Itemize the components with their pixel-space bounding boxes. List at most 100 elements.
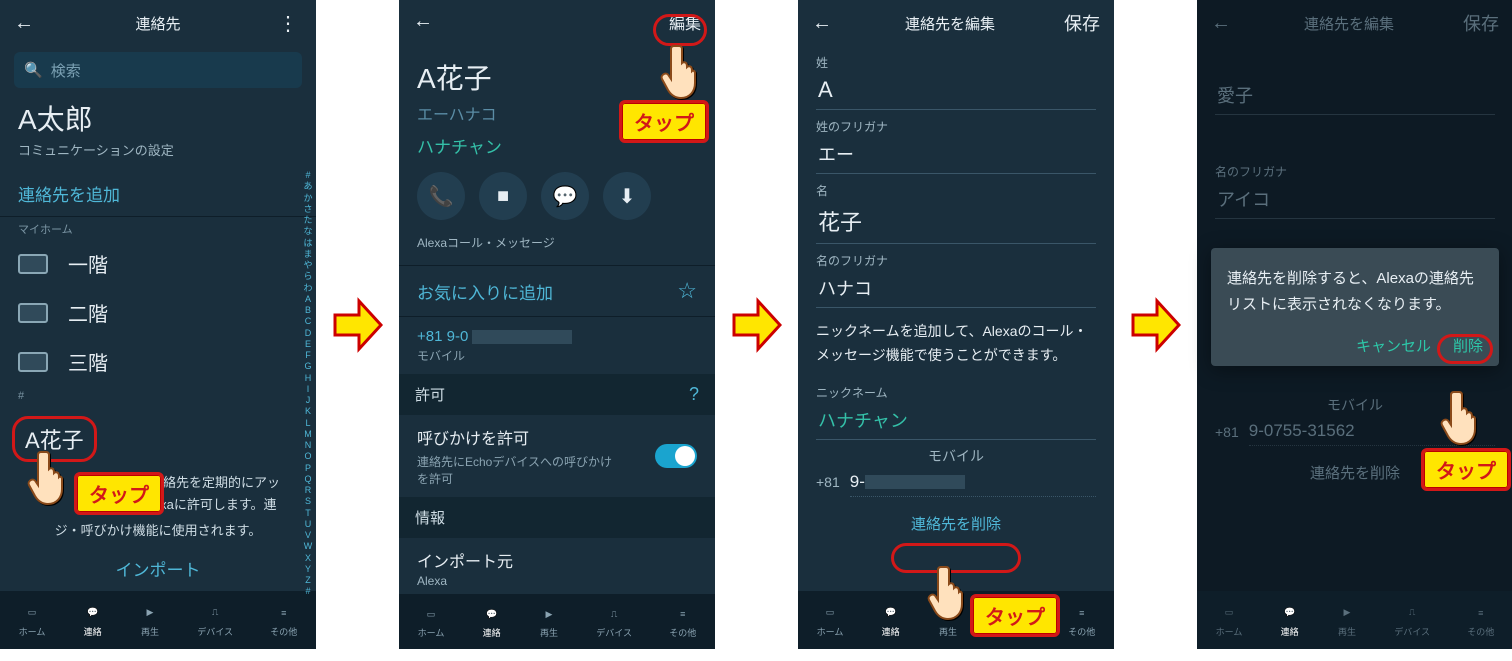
more-icon[interactable]: ⋮: [278, 11, 302, 36]
phone-number[interactable]: +81 9-0: [399, 328, 715, 345]
nav-devices[interactable]: ⎍デバイス: [596, 604, 632, 639]
import-from-label: インポート元: [399, 538, 715, 574]
screen-edit-contact: ← 連絡先を編集 保存 姓 A 姓のフリガナ エー 名 花子 名のフリガナ ハナ…: [798, 0, 1114, 649]
step-arrow-icon: [1131, 295, 1181, 355]
section-hash: #: [0, 386, 316, 404]
nav-contacts[interactable]: 💬連絡: [881, 603, 901, 638]
contact-a-hanako[interactable]: A花子: [12, 416, 97, 462]
star-icon: ☆: [677, 278, 697, 304]
header-title: 連絡先: [38, 13, 278, 34]
screen-contacts-list: ← 連絡先 ⋮ 🔍 検索 A太郎 コミュニケーションの設定 連絡先を追加 マイホ…: [0, 0, 316, 649]
video-button[interactable]: ■: [479, 172, 527, 220]
lastname-kana-input[interactable]: エー: [816, 137, 1096, 174]
device-icon: [18, 254, 48, 274]
nav-other[interactable]: ≡その他: [1068, 603, 1095, 638]
nickname-label: ニックネーム: [798, 376, 1114, 401]
nav-other[interactable]: ≡その他: [669, 604, 696, 639]
search-input[interactable]: 🔍 検索: [14, 52, 302, 88]
nav-play[interactable]: ▶再生: [938, 603, 958, 638]
section-myhome: マイホーム: [0, 217, 316, 239]
nav-home[interactable]: ▭ホーム: [418, 604, 445, 639]
help-icon[interactable]: ?: [689, 384, 699, 405]
kana-label-dimmed: 名のフリガナ: [1197, 155, 1512, 180]
mobile-label: モバイル: [798, 440, 1114, 468]
nav-play[interactable]: ▶再生: [140, 603, 160, 638]
cancel-button[interactable]: キャンセル: [1356, 335, 1431, 356]
save-button[interactable]: 保存: [1064, 10, 1100, 36]
call-button[interactable]: 📞: [417, 172, 465, 220]
import-source: Alexa: [399, 574, 715, 594]
header-title: 連絡先を編集: [836, 13, 1064, 34]
firstname-label: 名: [798, 174, 1114, 199]
import-button[interactable]: インポート: [0, 546, 316, 589]
dialog-message: 連絡先を削除すると、Alexaの連絡先リストに表示されなくなります。: [1227, 266, 1483, 317]
add-favorite[interactable]: お気に入りに追加 ☆: [399, 266, 715, 316]
lastname-input[interactable]: A: [816, 73, 1096, 110]
nav-home: ▭ホーム: [1216, 603, 1243, 638]
name-input-dimmed: 愛子: [1215, 78, 1495, 115]
nav-play: ▶再生: [1337, 603, 1357, 638]
profile-name: A太郎: [0, 98, 316, 138]
dropin-button[interactable]: ⬇: [603, 172, 651, 220]
nav-devices: ⎍デバイス: [1394, 603, 1430, 638]
nav-play[interactable]: ▶再生: [539, 604, 559, 639]
nickname-info: ニックネームを追加して、Alexaのコール・メッセージ機能で使うことができます。: [798, 308, 1114, 376]
mobile-label: モバイル: [1197, 389, 1512, 417]
mobile-label: モバイル: [399, 345, 715, 374]
country-prefix: +81: [1215, 424, 1239, 440]
room-row-2[interactable]: 二階: [0, 288, 316, 337]
tap-callout: タップ: [619, 100, 709, 143]
bottom-nav: ▭ホーム 💬連絡 ▶再生 ⎍デバイス ≡その他: [0, 591, 316, 649]
back-icon[interactable]: ←: [413, 10, 437, 33]
screen-delete-dialog: ← 連絡先を編集 保存 愛子 名のフリガナ アイコ モバイル +81 9-075…: [1197, 0, 1512, 649]
nav-devices[interactable]: ⎍デバイス: [197, 603, 233, 638]
header-title: 連絡先を編集: [1235, 13, 1463, 34]
redacted-bar: [472, 330, 572, 344]
screen-contact-detail: ← 編集 A花子 エーハナコ ハナチャン 📞 ■ 💬 ⬇ Alexaコール・メッ…: [399, 0, 715, 649]
lastname-kana-label: 姓のフリガナ: [798, 110, 1114, 135]
contact-name: A花子: [399, 57, 715, 97]
message-button[interactable]: 💬: [541, 172, 589, 220]
nav-other[interactable]: ≡その他: [270, 603, 297, 638]
back-icon[interactable]: ←: [812, 12, 836, 35]
section-permission: 許可 ?: [399, 374, 715, 415]
redacted-bar: [865, 475, 965, 489]
tap-callout: タップ: [74, 472, 164, 515]
delete-highlight: [1437, 334, 1493, 364]
lastname-label: 姓: [798, 46, 1114, 71]
back-icon[interactable]: ←: [14, 12, 38, 35]
firstname-kana-input[interactable]: ハナコ: [816, 271, 1096, 308]
nav-contacts[interactable]: 💬連絡: [83, 603, 103, 638]
room-row-3[interactable]: 三階: [0, 337, 316, 386]
delete-highlight: [891, 543, 1021, 573]
search-placeholder: 検索: [51, 60, 81, 81]
firstname-input[interactable]: 花子: [816, 201, 1096, 244]
edit-highlight: [653, 14, 707, 46]
index-scrubber[interactable]: #あかさたなはまやらわABCDEFGHIJKLMNOPQRSTUVWXYZ#: [302, 170, 314, 598]
tap-callout: タップ: [970, 594, 1060, 637]
dropin-toggle[interactable]: [655, 444, 697, 468]
phone-input[interactable]: 9-: [850, 468, 1096, 497]
delete-contact-link[interactable]: 連絡先を削除: [798, 497, 1114, 546]
country-prefix[interactable]: +81: [816, 474, 840, 490]
step-arrow-icon: [333, 295, 383, 355]
room-row-1[interactable]: 一階: [0, 239, 316, 288]
dropin-permission-row: 呼びかけを許可 連絡先にEchoデバイスへの呼びかけを許可: [399, 415, 715, 497]
comm-settings-link[interactable]: コミュニケーションの設定: [0, 138, 316, 171]
tap-callout: タップ: [1421, 448, 1511, 491]
bottom-nav: ▭ホーム 💬連絡 ▶再生 ⎍デバイス ≡その他: [399, 594, 715, 649]
nav-home[interactable]: ▭ホーム: [19, 603, 46, 638]
device-icon: [18, 352, 48, 372]
confirm-dialog: 連絡先を削除すると、Alexaの連絡先リストに表示されなくなります。 キャンセル…: [1211, 248, 1499, 366]
add-contact-link[interactable]: 連絡先を追加: [0, 171, 316, 216]
nickname-input[interactable]: ハナチャン: [816, 403, 1096, 440]
phone-dimmed: 9-0755-31562: [1249, 417, 1495, 446]
info-text2: ジ・呼びかけ機能に使用されます。: [0, 520, 316, 546]
nav-contacts[interactable]: 💬連絡: [482, 604, 502, 639]
alexa-call-note: Alexaコール・メッセージ: [399, 234, 715, 265]
nav-other: ≡その他: [1467, 603, 1494, 638]
back-icon: ←: [1211, 12, 1235, 35]
bottom-nav: ▭ホーム 💬連絡 ▶再生 ⎍デバイス ≡その他: [1197, 591, 1512, 649]
search-icon: 🔍: [24, 61, 43, 79]
nav-home[interactable]: ▭ホーム: [817, 603, 844, 638]
